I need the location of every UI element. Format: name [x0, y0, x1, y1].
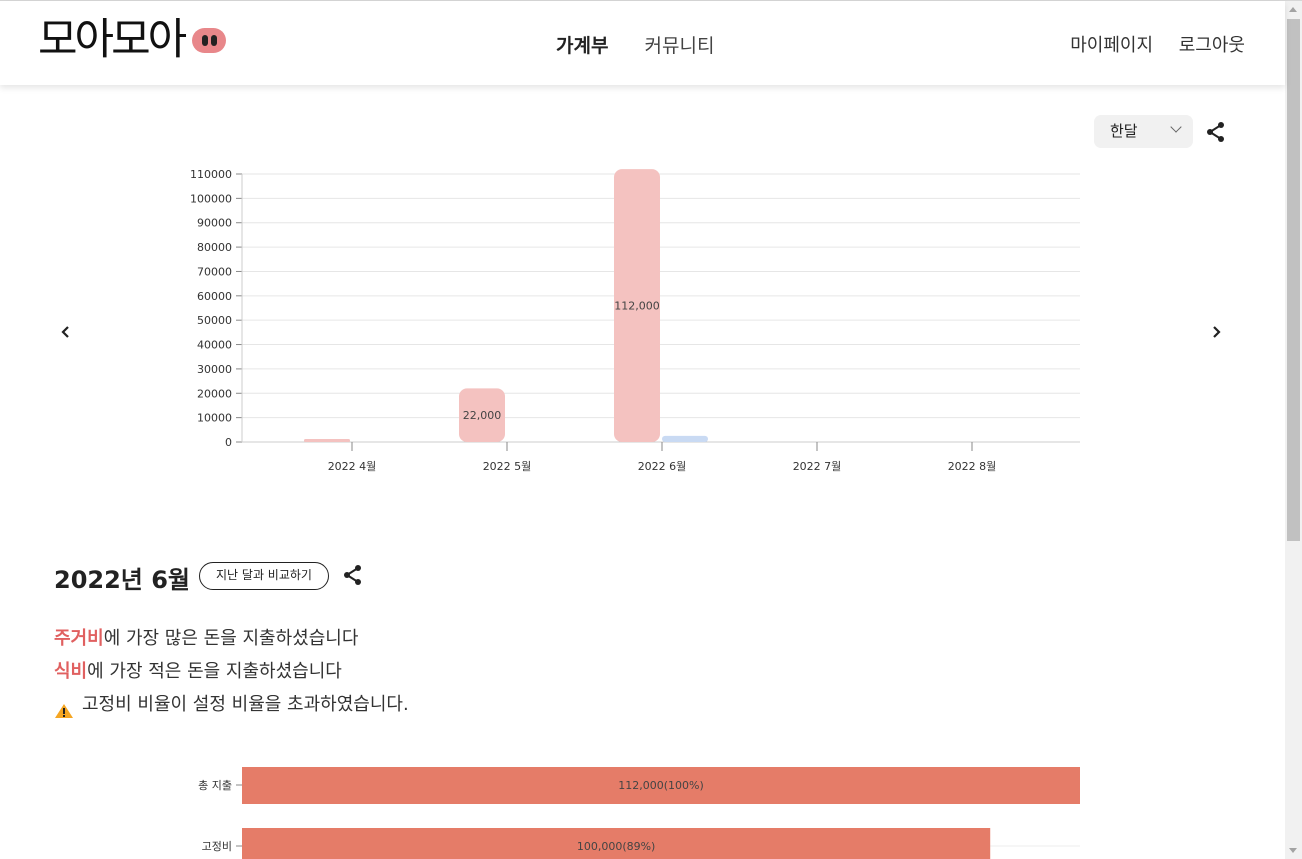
- y-tick-label: 100000: [190, 192, 232, 205]
- y-tick-label: 50000: [197, 314, 232, 327]
- x-tick-label: 2022 8월: [948, 460, 997, 473]
- category-highlight: 식비: [54, 661, 88, 682]
- y-tick-label: 30000: [197, 363, 232, 376]
- compare-last-month-button[interactable]: 지난 달과 비교하기: [199, 562, 329, 590]
- y-tick-label: 40000: [197, 339, 232, 352]
- report-summary: 주거비에 가장 많은 돈을 지출하셨습니다 식비에 가장 적은 돈을 지출하셨습…: [54, 622, 409, 721]
- warning-text: 고정비 비율이 설정 비율을 초과하였습니다.: [82, 694, 409, 715]
- summary-text: 에 가장 적은 돈을 지출하셨습니다: [87, 661, 342, 682]
- y-tick-label: 10000: [197, 412, 232, 425]
- report-month-title: 2022년 6월: [54, 566, 191, 594]
- summary-line-least: 식비에 가장 적은 돈을 지출하셨습니다: [54, 655, 409, 688]
- chart-bar: [304, 439, 350, 442]
- x-tick-label: 2022 7월: [793, 460, 842, 473]
- mypage-link[interactable]: 마이페이지: [1070, 35, 1153, 56]
- y-category-label: 고정비: [202, 840, 232, 853]
- bar-data-label: 100,000(89%): [577, 840, 656, 853]
- user-nav: 마이페이지 로그아웃: [1050, 31, 1245, 57]
- warning-icon: [54, 697, 74, 718]
- pig-nose-icon: [192, 27, 227, 53]
- logo-text: 모아모아: [38, 15, 187, 65]
- summary-text: 에 가장 많은 돈을 지출하셨습니다: [103, 628, 359, 649]
- bar-data-label: 112,000: [614, 300, 660, 313]
- x-tick-label: 2022 6월: [638, 460, 687, 473]
- page-scrollbar[interactable]: [1285, 1, 1302, 859]
- bar-data-label: 112,000(100%): [618, 779, 704, 792]
- y-tick-label: 90000: [197, 217, 232, 230]
- scrollbar-thumb[interactable]: [1287, 19, 1300, 541]
- nav-item-ledger[interactable]: 가계부: [556, 35, 608, 57]
- y-tick-label: 110000: [190, 168, 232, 181]
- scroll-up-arrow-icon[interactable]: [1289, 7, 1297, 12]
- nav-item-community[interactable]: 커뮤니티: [645, 35, 715, 57]
- y-tick-label: 20000: [197, 387, 232, 400]
- summary-line-most: 주거비에 가장 많은 돈을 지출하셨습니다: [54, 622, 409, 655]
- top-header: 모아모아 가계부 커뮤니티 마이페이지 로그아웃: [0, 1, 1285, 85]
- logout-link[interactable]: 로그아웃: [1179, 35, 1245, 56]
- y-category-label: 총 지출: [198, 779, 232, 792]
- ratio-bar-chart: 총 지출 112,000(100%) 고정비 100,000(89%): [198, 767, 1080, 859]
- logo[interactable]: 모아모아: [38, 15, 227, 65]
- category-highlight: 주거비: [54, 628, 104, 649]
- main-nav: 가계부 커뮤니티: [556, 31, 744, 58]
- bar-data-label: 22,000: [463, 409, 502, 422]
- y-tick-label: 70000: [197, 265, 232, 278]
- chart-bar: [662, 435, 708, 442]
- y-tick-label: 0: [225, 436, 232, 449]
- summary-warning: 고정비 비율이 설정 비율을 초과하였습니다.: [54, 688, 409, 721]
- share-icon[interactable]: [342, 564, 366, 588]
- scroll-down-arrow-icon[interactable]: [1289, 848, 1297, 853]
- y-tick-label: 80000: [197, 241, 232, 254]
- x-tick-label: 2022 4월: [328, 460, 377, 473]
- x-tick-label: 2022 5월: [483, 460, 532, 473]
- y-tick-label: 60000: [197, 290, 232, 303]
